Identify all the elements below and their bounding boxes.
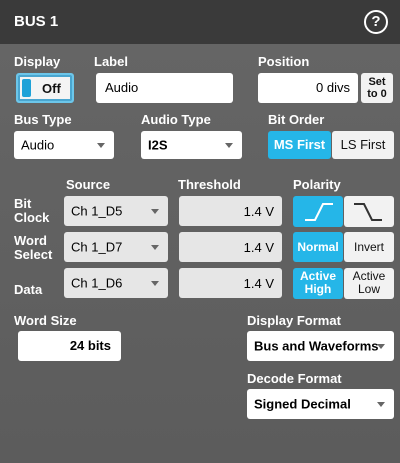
rising-edge-button[interactable] [293,196,343,227]
title-bar: BUS 1 ? [0,0,400,44]
active-low-button[interactable]: Active Low [344,268,394,299]
position-input[interactable]: 0 divs [258,73,358,103]
display-toggle-state: Off [42,81,61,96]
chevron-down-icon [97,143,105,148]
position-value: 0 divs [316,80,350,95]
source-value: Ch 1_D5 [71,203,123,219]
invert-button[interactable]: Invert [344,232,394,262]
word-size-value: 24 bits [69,338,111,353]
normal-button[interactable]: Normal [293,232,343,262]
bit-order-label: Bit Order [268,112,325,127]
ms-first-button[interactable]: MS First [268,131,331,159]
chevron-down-icon [377,402,385,407]
data-threshold-input[interactable]: 1.4 V [179,268,282,298]
label-input-value: Audio [105,80,139,95]
threshold-value: 1.4 V [243,276,274,291]
audio-type-dropdown[interactable]: I2S [141,131,242,159]
bit-clock-label: Bit Clock [14,196,50,225]
display-toggle[interactable]: Off [16,73,74,103]
chevron-down-icon [151,281,159,286]
active-high-button[interactable]: Active High [293,268,343,299]
data-label: Data [14,282,43,297]
word-size-input[interactable]: 24 bits [18,331,121,361]
bus-type-dropdown[interactable]: Audio [14,131,114,159]
toggle-knob [22,79,31,97]
chevron-down-icon [151,245,159,250]
falling-edge-button[interactable] [344,196,394,227]
chevron-down-icon [377,344,385,349]
word-select-threshold-input[interactable]: 1.4 V [179,232,282,262]
set-to-zero-button[interactable]: Set to 0 [361,73,393,103]
bus-type-label: Bus Type [14,112,72,127]
display-format-label: Display Format [247,313,341,328]
chevron-down-icon [225,143,233,148]
threshold-header: Threshold [178,177,241,192]
display-format-value: Bus and Waveforms [254,338,379,354]
label-input[interactable]: Audio [96,73,233,103]
word-size-label: Word Size [14,313,77,328]
bit-clock-source-dropdown[interactable]: Ch 1_D5 [64,196,168,226]
source-value: Ch 1_D6 [71,275,123,291]
help-icon[interactable]: ? [364,10,388,34]
bus-type-value: Audio [21,137,55,153]
display-format-dropdown[interactable]: Bus and Waveforms [247,331,394,361]
label-label: Label [94,54,128,69]
audio-type-label: Audio Type [141,112,211,127]
data-source-dropdown[interactable]: Ch 1_D6 [64,268,168,298]
decode-format-value: Signed Decimal [254,396,351,412]
threshold-value: 1.4 V [243,240,274,255]
polarity-header: Polarity [293,177,341,192]
bus-config-panel: BUS 1 ? Display Label Position Off Audio… [0,0,400,463]
audio-type-value: I2S [148,137,168,153]
window-title: BUS 1 [14,13,59,30]
bit-clock-threshold-input[interactable]: 1.4 V [179,196,282,226]
decode-format-dropdown[interactable]: Signed Decimal [247,389,394,419]
word-select-label: Word Select [14,233,53,262]
falling-edge-icon [354,203,382,221]
source-value: Ch 1_D7 [71,239,123,255]
source-header: Source [66,177,111,192]
decode-format-label: Decode Format [247,371,342,386]
position-label: Position [258,54,310,69]
chevron-down-icon [151,209,159,214]
ls-first-button[interactable]: LS First [332,131,394,159]
rising-edge-icon [305,203,333,221]
display-label: Display [14,54,61,69]
threshold-value: 1.4 V [243,204,274,219]
word-select-source-dropdown[interactable]: Ch 1_D7 [64,232,168,262]
